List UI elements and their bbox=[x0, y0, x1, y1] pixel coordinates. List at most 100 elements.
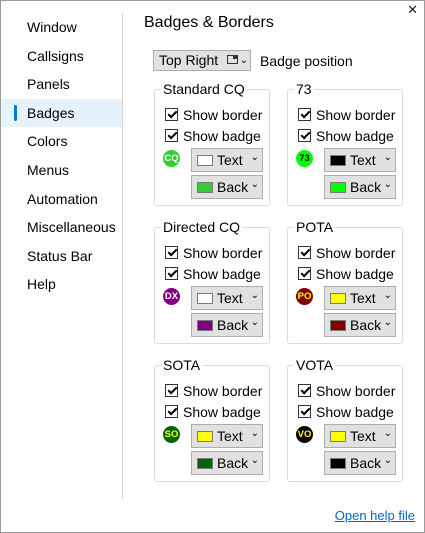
sidebar-item-automation[interactable]: Automation bbox=[1, 185, 123, 214]
show-badge-checkbox[interactable]: Show badge bbox=[165, 403, 261, 420]
show-badge-checkbox[interactable]: Show badge bbox=[165, 127, 261, 144]
show-badge-checkbox[interactable]: Show badge bbox=[298, 403, 394, 420]
sidebar-item-menus[interactable]: Menus bbox=[1, 156, 123, 185]
show-badge-label: Show badge bbox=[316, 127, 394, 144]
chevron-down-icon: ⌄ bbox=[383, 152, 392, 163]
chevron-down-icon: ⌄ bbox=[383, 290, 392, 301]
sidebar-item-status-bar[interactable]: Status Bar bbox=[1, 242, 123, 271]
checkbox-checked-icon bbox=[298, 246, 311, 259]
text-color-swatch bbox=[330, 431, 346, 442]
back-label: Back bbox=[350, 317, 382, 333]
chevron-down-icon: ⌄ bbox=[250, 152, 259, 163]
back-color-swatch bbox=[330, 458, 346, 469]
show-border-label: Show border bbox=[183, 106, 263, 123]
checkbox-checked-icon bbox=[165, 267, 178, 280]
chevron-down-icon: ⌄ bbox=[383, 455, 392, 466]
badge-preview: SO bbox=[163, 426, 180, 443]
text-color-swatch bbox=[197, 155, 213, 166]
chevron-down-icon: ⌄ bbox=[239, 55, 248, 66]
back-color-button[interactable]: Back ⌄ bbox=[324, 451, 396, 475]
show-border-checkbox[interactable]: Show border bbox=[165, 106, 262, 123]
text-color-button[interactable]: Text ⌄ bbox=[324, 286, 396, 310]
text-color-swatch bbox=[330, 293, 346, 304]
text-label: Text bbox=[217, 152, 243, 168]
group-73: 73 Show border Show badge 73 Text ⌄ Back… bbox=[287, 81, 403, 206]
back-color-button[interactable]: Back ⌄ bbox=[324, 313, 396, 337]
sidebar-item-miscellaneous[interactable]: Miscellaneous bbox=[1, 213, 123, 242]
chevron-down-icon: ⌄ bbox=[250, 428, 259, 439]
text-color-button[interactable]: Text ⌄ bbox=[191, 286, 263, 310]
back-color-button[interactable]: Back ⌄ bbox=[191, 175, 263, 199]
show-badge-label: Show badge bbox=[183, 265, 261, 282]
back-color-button[interactable]: Back ⌄ bbox=[191, 313, 263, 337]
show-border-checkbox[interactable]: Show border bbox=[165, 244, 262, 261]
badge-position-value: Top Right bbox=[159, 52, 219, 68]
checkbox-checked-icon bbox=[298, 108, 311, 121]
show-border-label: Show border bbox=[316, 244, 396, 261]
text-label: Text bbox=[217, 428, 243, 444]
chevron-down-icon: ⌄ bbox=[250, 317, 259, 328]
back-color-swatch bbox=[330, 182, 346, 193]
checkbox-checked-icon bbox=[165, 405, 178, 418]
text-label: Text bbox=[350, 152, 376, 168]
text-color-swatch bbox=[197, 293, 213, 304]
badge-preview: DX bbox=[163, 288, 180, 305]
checkbox-checked-icon bbox=[298, 405, 311, 418]
group-title: Directed CQ bbox=[161, 219, 243, 235]
group-title: SOTA bbox=[161, 357, 203, 373]
show-badge-label: Show badge bbox=[316, 403, 394, 420]
sidebar-item-badges[interactable]: Badges bbox=[1, 98, 123, 128]
text-label: Text bbox=[217, 290, 243, 306]
back-label: Back bbox=[217, 179, 249, 195]
back-label: Back bbox=[350, 179, 382, 195]
text-color-button[interactable]: Text ⌄ bbox=[191, 148, 263, 172]
top-right-icon bbox=[227, 55, 238, 64]
show-badge-checkbox[interactable]: Show badge bbox=[165, 265, 261, 282]
back-color-swatch bbox=[197, 458, 213, 469]
back-color-button[interactable]: Back ⌄ bbox=[324, 175, 396, 199]
sidebar-item-callsigns[interactable]: Callsigns bbox=[1, 42, 123, 71]
back-label: Back bbox=[350, 455, 382, 471]
open-help-link[interactable]: Open help file bbox=[335, 508, 415, 523]
back-label: Back bbox=[217, 317, 249, 333]
badge-preview: 73 bbox=[296, 150, 313, 167]
group-pota: POTA Show border Show badge PO Text ⌄ Ba… bbox=[287, 219, 403, 344]
show-border-label: Show border bbox=[183, 382, 263, 399]
show-border-checkbox[interactable]: Show border bbox=[298, 244, 395, 261]
group-title: 73 bbox=[294, 81, 314, 97]
checkbox-checked-icon bbox=[298, 267, 311, 280]
chevron-down-icon: ⌄ bbox=[250, 290, 259, 301]
checkbox-checked-icon bbox=[165, 384, 178, 397]
badge-position-select[interactable]: Top Right ⌄ bbox=[153, 50, 251, 71]
divider bbox=[122, 13, 123, 499]
show-border-label: Show border bbox=[316, 382, 396, 399]
chevron-down-icon: ⌄ bbox=[383, 428, 392, 439]
sidebar-item-window[interactable]: Window bbox=[1, 13, 123, 42]
text-color-button[interactable]: Text ⌄ bbox=[191, 424, 263, 448]
show-border-checkbox[interactable]: Show border bbox=[298, 382, 395, 399]
show-badge-label: Show badge bbox=[183, 127, 261, 144]
group-directed-cq: Directed CQ Show border Show badge DX Te… bbox=[154, 219, 270, 344]
back-color-button[interactable]: Back ⌄ bbox=[191, 451, 263, 475]
text-color-swatch bbox=[330, 155, 346, 166]
show-badge-checkbox[interactable]: Show badge bbox=[298, 127, 394, 144]
text-color-button[interactable]: Text ⌄ bbox=[324, 424, 396, 448]
badge-position-label: Badge position bbox=[260, 53, 353, 69]
close-icon[interactable]: ✕ bbox=[407, 3, 418, 17]
text-color-swatch bbox=[197, 431, 213, 442]
checkbox-checked-icon bbox=[298, 129, 311, 142]
group-title: POTA bbox=[294, 219, 336, 235]
sidebar-item-help[interactable]: Help bbox=[1, 270, 123, 299]
badge-preview: PO bbox=[296, 288, 313, 305]
text-color-button[interactable]: Text ⌄ bbox=[324, 148, 396, 172]
checkbox-checked-icon bbox=[165, 129, 178, 142]
show-border-checkbox[interactable]: Show border bbox=[298, 106, 395, 123]
sidebar-item-colors[interactable]: Colors bbox=[1, 127, 123, 156]
show-badge-label: Show badge bbox=[316, 265, 394, 282]
sidebar-item-panels[interactable]: Panels bbox=[1, 70, 123, 99]
show-badge-checkbox[interactable]: Show badge bbox=[298, 265, 394, 282]
show-border-checkbox[interactable]: Show border bbox=[165, 382, 262, 399]
checkbox-checked-icon bbox=[165, 246, 178, 259]
group-standard-cq: Standard CQ Show border Show badge CQ Te… bbox=[154, 81, 270, 206]
show-badge-label: Show badge bbox=[183, 403, 261, 420]
